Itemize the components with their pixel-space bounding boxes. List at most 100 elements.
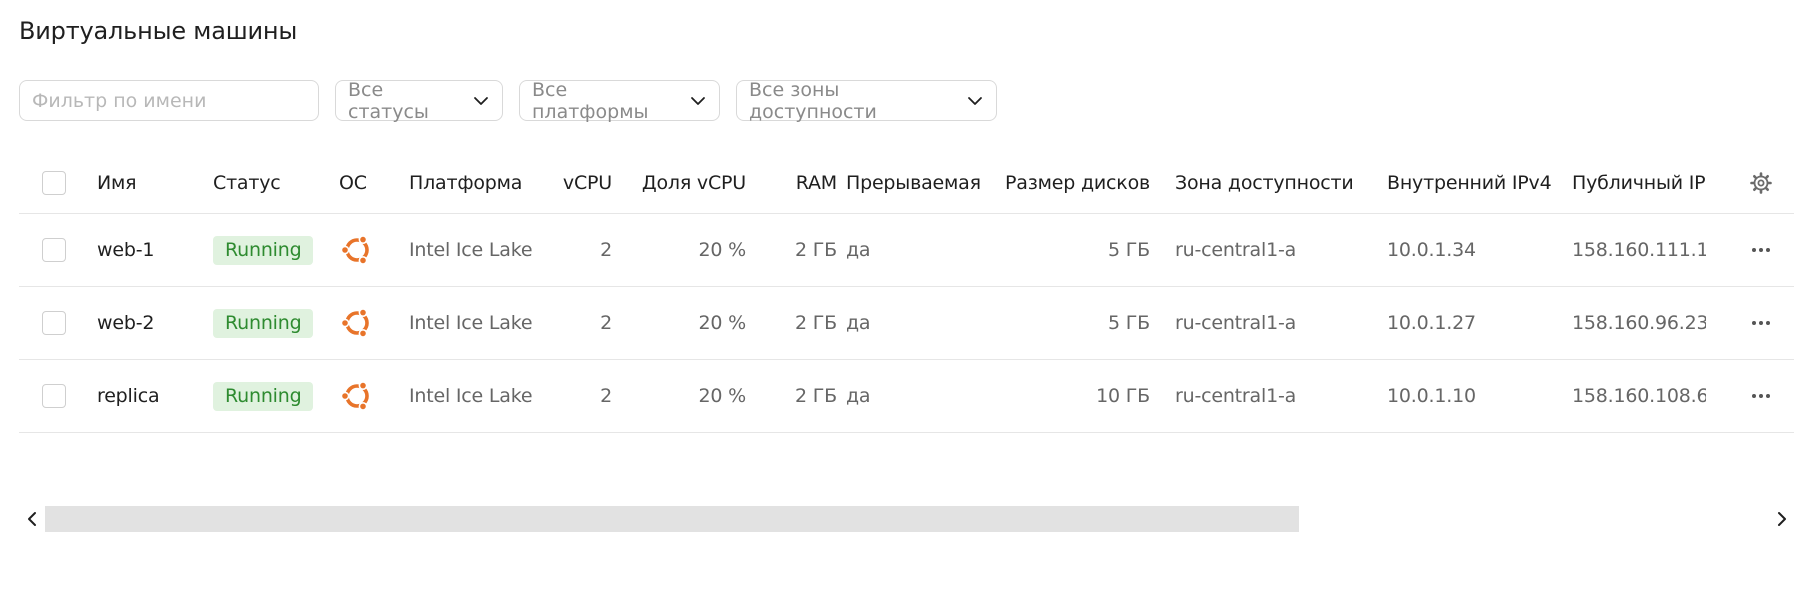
zone-filter-select[interactable]: Все зоны доступности — [736, 78, 997, 123]
column-header-platform[interactable]: Платформа — [409, 152, 549, 213]
row-checkbox-cell — [42, 360, 70, 432]
os-cell — [339, 433, 399, 437]
column-header-preemptible[interactable]: Прерываемая — [846, 152, 986, 213]
preemptible-cell: да — [846, 433, 986, 437]
table-settings-cell — [1741, 152, 1781, 213]
vm-name[interactable]: main — [97, 433, 207, 437]
chevron-down-icon — [474, 96, 488, 105]
zone-cell: ru-central1-a — [1175, 385, 1297, 407]
chevron-down-icon — [691, 96, 705, 105]
platform-filter-label: Все платформы — [532, 78, 649, 123]
header-checkbox-cell — [42, 152, 70, 213]
row-actions-cell — [1741, 360, 1781, 432]
select-all-checkbox[interactable] — [42, 170, 66, 195]
ram-cell: 2 ГБ — [795, 385, 837, 407]
disk-size-cell: 5 ГБ — [1108, 312, 1150, 334]
vm-name[interactable]: replica — [97, 360, 207, 432]
column-header-vcpu-share[interactable]: Доля vCPU — [639, 152, 746, 213]
platform-filter-select[interactable]: Все платформы — [519, 78, 720, 123]
os-cell — [339, 287, 399, 359]
public-ip-cell: 158.160.96.237 — [1572, 312, 1706, 334]
internal-ip-cell: 10.0.1.10 — [1387, 385, 1476, 407]
more-horizontal-icon[interactable] — [1749, 384, 1773, 408]
page: Виртуальные машины Все статусы Все платф… — [0, 0, 1813, 612]
os-cell — [339, 360, 399, 432]
page-title: Виртуальные машины — [19, 17, 298, 45]
gear-icon[interactable] — [1749, 171, 1773, 195]
status-cell: Running — [213, 287, 323, 359]
chevron-right-icon — [1778, 512, 1786, 526]
public-ip-cell: 158.160.108.68 — [1572, 385, 1706, 407]
preemptible-cell: да — [846, 239, 871, 261]
status-badge: Running — [213, 235, 314, 265]
row-checkbox[interactable] — [42, 384, 66, 408]
ram-cell: 2 ГБ — [795, 312, 837, 334]
table-row[interactable]: replica Running Intel Ice Lake 2 20 % 2 ГБ да 1… — [19, 360, 1794, 433]
scroll-left-button[interactable] — [22, 509, 42, 529]
row-actions-cell — [1741, 214, 1781, 286]
vcpu-cell: 2 — [600, 312, 612, 334]
disk-size-cell: 5 ГБ — [1108, 239, 1150, 261]
status-filter-select[interactable]: Все статусы — [335, 78, 503, 123]
row-checkbox-cell — [42, 287, 70, 359]
status-cell: Running — [213, 433, 323, 437]
status-cell: Running — [213, 214, 323, 286]
platform-cell: Intel Ice Lake — [409, 385, 533, 407]
column-header-public-ip[interactable]: Публичный IPv4 — [1572, 152, 1706, 213]
status-badge: Running — [213, 381, 314, 411]
column-header-internal-ip[interactable]: Внутренний IPv4 — [1387, 152, 1552, 213]
column-header-status[interactable]: Статус — [213, 152, 323, 213]
vm-name[interactable]: web-2 — [97, 287, 207, 359]
public-ip-cell: 158.160.118.70 — [1572, 433, 1706, 437]
table-header: Имя Статус ОС Платформа vCPU Доля vCPU R… — [19, 152, 1794, 214]
internal-ip-cell: 10.0.1.27 — [1387, 312, 1476, 334]
more-horizontal-icon[interactable] — [1749, 311, 1773, 335]
column-header-disk-size[interactable]: Размер дисков — [1005, 152, 1150, 213]
column-header-zone[interactable]: Зона доступности — [1175, 152, 1375, 213]
chevron-left-icon — [28, 512, 36, 526]
vm-table: Имя Статус ОС Платформа vCPU Доля vCPU R… — [19, 152, 1794, 437]
row-checkbox[interactable] — [42, 311, 66, 335]
row-actions-cell — [1741, 287, 1781, 359]
more-horizontal-icon[interactable] — [1749, 238, 1773, 262]
disk-size-cell: 10 ГБ — [1096, 385, 1150, 407]
chevron-down-icon — [968, 96, 982, 105]
vcpu-share-cell: 20 % — [698, 239, 746, 261]
row-checkbox-cell — [42, 433, 70, 437]
scroll-right-button[interactable] — [1772, 509, 1792, 529]
row-checkbox[interactable] — [42, 238, 66, 262]
vcpu-cell: 2 — [600, 385, 612, 407]
row-checkbox-cell — [42, 214, 70, 286]
vcpu-share-cell: 20 % — [639, 433, 746, 437]
column-header-vcpu[interactable]: vCPU — [559, 152, 612, 213]
status-badge: Running — [213, 308, 314, 338]
name-filter-input[interactable] — [19, 80, 319, 121]
table-row[interactable]: web-2 Running Intel Ice Lake 2 20 % 2 ГБ да 5 Г… — [19, 287, 1794, 360]
platform-cell: Intel Ice Lake — [409, 433, 549, 437]
table-row[interactable]: main Running Intel Ice Lake 4 20 % 4 ГБ да 20 Г… — [19, 433, 1794, 437]
vcpu-cell: 2 — [600, 239, 612, 261]
public-ip-cell: 158.160.111.158 — [1572, 239, 1706, 261]
platform-cell: Intel Ice Lake — [409, 239, 533, 261]
zone-cell: ru-central1-a — [1175, 312, 1297, 334]
horizontal-scrollbar-thumb[interactable] — [45, 506, 1299, 532]
vcpu-share-cell: 20 % — [698, 312, 746, 334]
zone-cell: ru-central1-a — [1175, 239, 1297, 261]
column-header-os[interactable]: ОС — [339, 152, 399, 213]
zone-filter-label: Все зоны доступности — [749, 78, 877, 123]
status-cell: Running — [213, 360, 323, 432]
vm-name[interactable]: web-1 — [97, 214, 207, 286]
column-header-ram[interactable]: RAM — [771, 152, 837, 213]
status-filter-label: Все статусы — [348, 78, 429, 123]
vcpu-share-cell: 20 % — [698, 385, 746, 407]
ram-cell: 4 ГБ — [771, 433, 837, 437]
disk-size-cell: 20 ГБ — [1005, 433, 1150, 437]
platform-cell: Intel Ice Lake — [409, 312, 533, 334]
ubuntu-icon — [339, 232, 375, 268]
preemptible-cell: да — [846, 385, 871, 407]
column-header-name[interactable]: Имя — [97, 152, 207, 213]
table-row[interactable]: web-1 Running Intel Ice Lake 2 20 % 2 ГБ да 5 Г… — [19, 214, 1794, 287]
ubuntu-icon — [339, 378, 375, 414]
vcpu-cell: 4 — [559, 433, 612, 437]
ram-cell: 2 ГБ — [795, 239, 837, 261]
